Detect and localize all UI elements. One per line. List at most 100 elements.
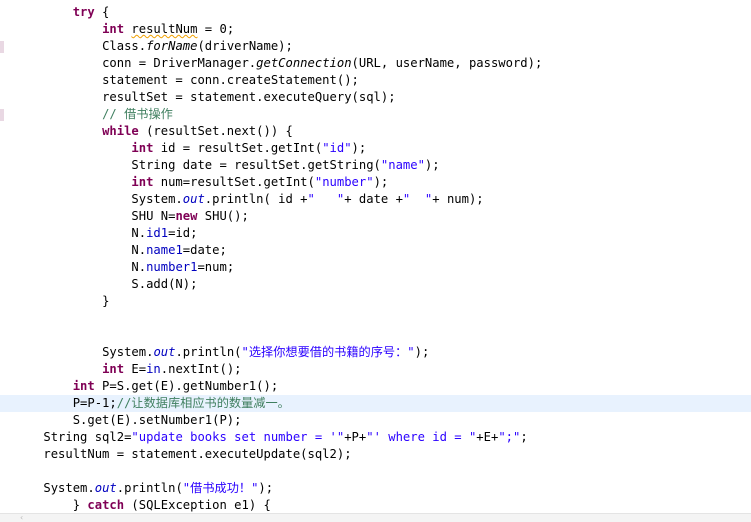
code-editor[interactable]: try { int resultNum = 0; Class.forName(d… — [0, 0, 751, 522]
code-token: (URL, userName, password); — [351, 56, 543, 70]
code-token: .println( — [175, 345, 242, 359]
code-line[interactable]: resultSet = statement.executeQuery(sql); — [14, 89, 751, 106]
code-token: id = resultSet.getInt( — [153, 141, 323, 155]
current-code-line[interactable]: P=P-1;//让数据库相应书的数量减一。 — [0, 395, 751, 412]
code-line[interactable] — [14, 310, 751, 327]
code-line[interactable]: String sql2="update books set number = '… — [14, 429, 751, 446]
code-line[interactable]: N.id1=id; — [14, 225, 751, 242]
code-token: N. — [131, 260, 147, 274]
code-token: try — [72, 5, 95, 19]
code-token: in — [146, 362, 161, 376]
code-token: P=S.get(E).getNumber1(); — [94, 379, 279, 393]
code-line[interactable]: int resultNum = 0; — [14, 21, 751, 38]
code-line[interactable]: try { — [14, 4, 751, 21]
code-token: number1 — [146, 260, 198, 274]
code-token: + date + — [344, 192, 403, 206]
code-token: (driverName); — [197, 39, 293, 53]
code-line[interactable]: System.out.println( id +" "+ date +" "+ … — [14, 191, 751, 208]
code-line[interactable]: } — [14, 293, 751, 310]
code-token: Class. — [102, 39, 147, 53]
code-token: "选择你想要借的书籍的序号：" — [241, 345, 415, 359]
code-line[interactable] — [14, 463, 751, 480]
code-token: resultSet = statement.executeQuery(sql); — [102, 90, 396, 104]
code-line[interactable]: Class.forName(driverName); — [14, 38, 751, 55]
editor-gutter — [0, 0, 14, 522]
code-token: "name" — [380, 158, 425, 172]
code-line[interactable]: int P=S.get(E).getNumber1(); — [14, 378, 751, 395]
code-line[interactable]: SHU N=new SHU(); — [14, 208, 751, 225]
code-line[interactable]: N.number1=num; — [14, 259, 751, 276]
code-line[interactable]: statement = conn.createStatement(); — [14, 72, 751, 89]
code-token: forName — [146, 39, 198, 53]
code-token: =date; — [182, 243, 227, 257]
scroll-left-icon[interactable]: ‹ — [20, 514, 28, 522]
code-token: conn = DriverManager. — [102, 56, 257, 70]
code-line[interactable]: while (resultSet.next()) { — [14, 123, 751, 140]
code-token: resultNum = statement.executeUpdate(sql2… — [43, 447, 352, 461]
code-token: " " — [307, 192, 345, 206]
code-token: int — [102, 22, 125, 36]
code-line[interactable]: int E=in.nextInt(); — [14, 361, 751, 378]
code-token: "借书成功！" — [182, 481, 259, 495]
code-line[interactable]: System.out.println("借书成功！"); — [14, 480, 751, 497]
code-line[interactable]: // 借书操作 — [14, 106, 751, 123]
code-token: ; — [520, 430, 528, 444]
code-token: =id; — [168, 226, 198, 240]
code-line[interactable]: String date = resultSet.getString("name"… — [14, 157, 751, 174]
code-token: .nextInt(); — [160, 362, 242, 376]
code-token: ); — [351, 141, 367, 155]
code-token: S.add(N); — [131, 277, 198, 291]
code-token: System. — [43, 481, 95, 495]
code-line[interactable]: conn = DriverManager.getConnection(URL, … — [14, 55, 751, 72]
code-line[interactable]: } catch (SQLException e1) { — [14, 497, 751, 514]
occurrence-marker — [0, 41, 4, 53]
code-line[interactable]: System.out.println("选择你想要借的书籍的序号："); — [14, 344, 751, 361]
code-token: " " — [402, 192, 433, 206]
code-token: = 0; — [197, 22, 235, 36]
code-token: P=P-1; — [72, 396, 117, 410]
code-line[interactable]: int id = resultSet.getInt("id"); — [14, 140, 751, 157]
code-token: ); — [424, 158, 440, 172]
code-line[interactable]: S.get(E).setNumber1(P); — [14, 412, 751, 429]
code-token: while — [102, 124, 139, 138]
code-line[interactable]: N.name1=date; — [14, 242, 751, 259]
code-token: int — [72, 379, 95, 393]
code-token: SHU(); — [197, 209, 249, 223]
code-token: S.get(E).setNumber1(P); — [72, 413, 242, 427]
code-token: .println( id + — [204, 192, 308, 206]
code-token: +E+ — [476, 430, 499, 444]
code-token: id1 — [146, 226, 169, 240]
code-token: out — [94, 481, 117, 495]
code-line[interactable]: resultNum = statement.executeUpdate(sql2… — [14, 446, 751, 463]
code-token: (SQLException e1) { — [124, 498, 271, 512]
code-line[interactable]: S.add(N); — [14, 276, 751, 293]
code-token: catch — [87, 498, 125, 512]
code-line[interactable] — [14, 327, 751, 344]
code-area[interactable]: try { int resultNum = 0; Class.forName(d… — [0, 4, 751, 514]
horizontal-scrollbar[interactable]: ‹ — [0, 513, 751, 522]
code-token: N. — [131, 243, 147, 257]
code-token: getConnection — [256, 56, 352, 70]
code-line[interactable]: int num=resultSet.getInt("number"); — [14, 174, 751, 191]
code-token: .println( — [116, 481, 183, 495]
code-token: } — [72, 498, 88, 512]
code-token: String date = resultSet.getString( — [131, 158, 381, 172]
code-token: statement = conn.createStatement(); — [102, 73, 359, 87]
code-token: // 借书操作 — [102, 107, 173, 121]
